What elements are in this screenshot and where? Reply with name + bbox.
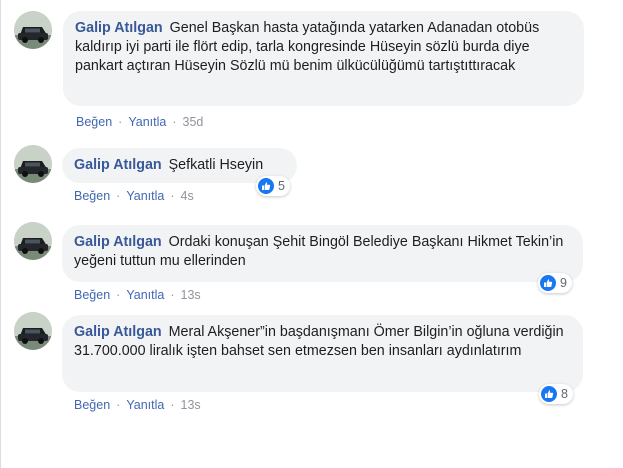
reply-button[interactable]: Yanıtla — [126, 189, 164, 203]
comment-actions: Beğen · Yanıtla · 13s — [74, 398, 201, 412]
author-name[interactable]: Galip Atılgan — [74, 324, 162, 340]
reaction-count: 5 — [278, 179, 285, 193]
avatar[interactable] — [14, 145, 52, 183]
like-button[interactable]: Beğen — [76, 115, 112, 129]
comment-bubble: Galip Atılgan Genel Başkan hasta yatağın… — [63, 11, 584, 106]
comment-bubble: Galip Atılgan Ordaki konuşan Şehit Bingö… — [62, 225, 583, 282]
avatar[interactable] — [14, 222, 52, 260]
avatar[interactable] — [14, 11, 52, 49]
timestamp[interactable]: 35d — [183, 115, 204, 129]
comment-actions: Beğen · Yanıtla · 13s — [74, 288, 201, 302]
thumbs-up-icon — [258, 178, 274, 194]
thread-divider-line — [0, 0, 1, 468]
comment-actions: Beğen · Yanıtla · 4s — [74, 189, 194, 203]
like-button[interactable]: Beğen — [74, 398, 110, 412]
timestamp[interactable]: 13s — [181, 288, 201, 302]
reaction-count: 9 — [560, 276, 567, 290]
reply-button[interactable]: Yanıtla — [126, 398, 164, 412]
timestamp[interactable]: 4s — [181, 189, 194, 203]
comment-text: Şefkatli Hseyin — [168, 157, 264, 173]
reply-button[interactable]: Yanıtla — [126, 288, 164, 302]
timestamp[interactable]: 13s — [181, 398, 201, 412]
reaction-count-badge[interactable]: 9 — [538, 273, 572, 293]
thumbs-up-icon — [541, 386, 557, 402]
reaction-count-badge[interactable]: 8 — [539, 384, 573, 404]
like-button[interactable]: Beğen — [74, 288, 110, 302]
author-name[interactable]: Galip Atılgan — [74, 157, 162, 173]
reaction-count: 8 — [561, 387, 568, 401]
comment-bubble: Galip Atılgan Meral Akşener”in başdanışm… — [62, 315, 583, 392]
thumbs-up-icon — [540, 275, 556, 291]
author-name[interactable]: Galip Atılgan — [75, 20, 163, 36]
reaction-count-badge[interactable]: 5 — [256, 176, 290, 196]
reply-button[interactable]: Yanıtla — [128, 115, 166, 129]
avatar[interactable] — [14, 312, 52, 350]
like-button[interactable]: Beğen — [74, 189, 110, 203]
author-name[interactable]: Galip Atılgan — [74, 234, 162, 250]
comment-actions: Beğen · Yanıtla · 35d — [76, 115, 204, 129]
